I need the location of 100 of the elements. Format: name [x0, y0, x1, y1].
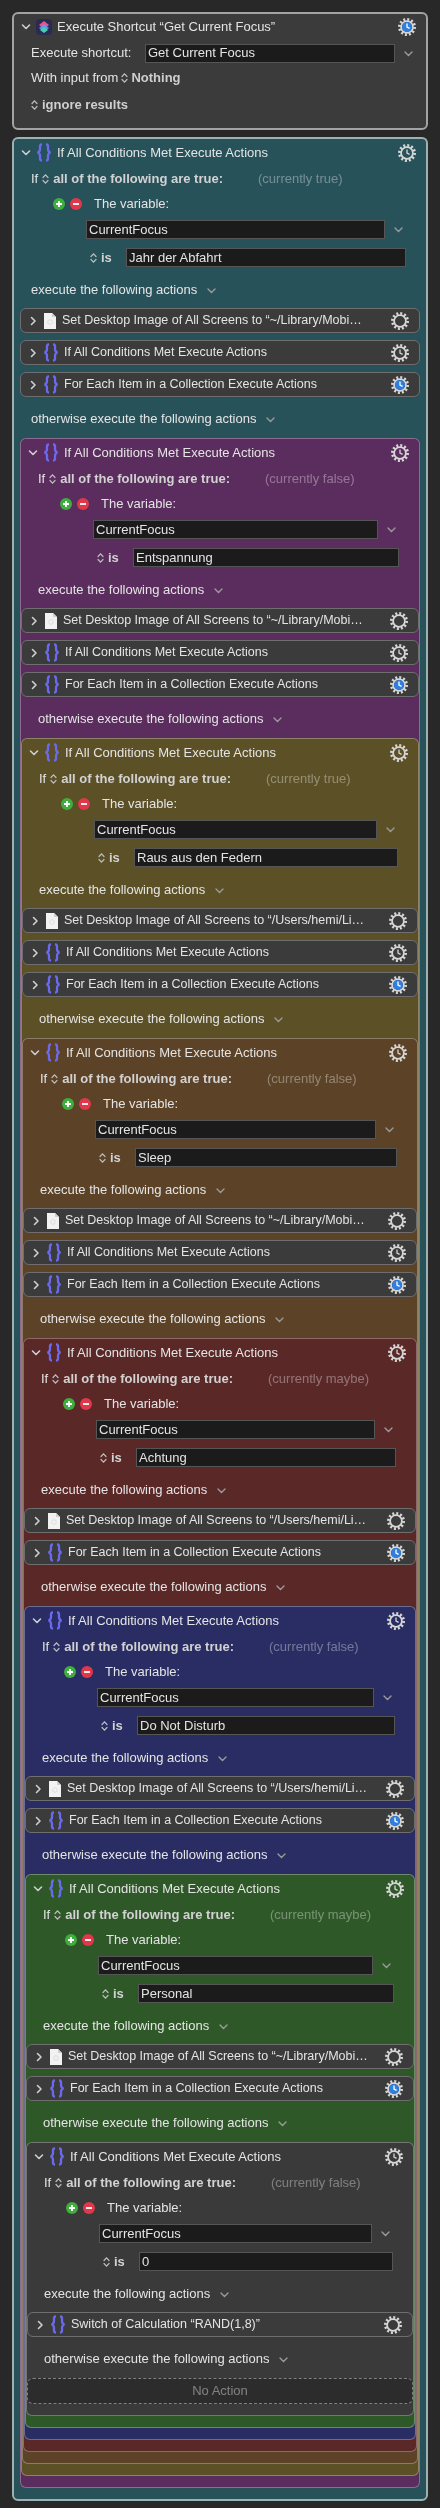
chevron-down-icon[interactable]: [266, 415, 276, 423]
gear-clock-icon[interactable]: [389, 642, 409, 663]
chevron-down-icon[interactable]: [214, 586, 224, 594]
variable-field[interactable]: CurrentFocus: [86, 220, 385, 239]
operator-popup[interactable]: is: [111, 1447, 136, 1468]
up-down-arrows-icon[interactable]: [49, 473, 57, 485]
minus-icon[interactable]: [83, 2202, 95, 2214]
action-row[interactable]: Set Desktop Image of All Screens to “~/Library/Mobi…: [23, 1208, 417, 1233]
variable-field[interactable]: CurrentFocus: [93, 520, 378, 539]
chevron-down-icon[interactable]: [394, 226, 403, 233]
chevron-right-icon[interactable]: [31, 1278, 41, 1291]
up-down-arrows-icon[interactable]: [102, 1987, 109, 2000]
plus-icon[interactable]: [63, 1398, 75, 1410]
chevron-right-icon[interactable]: [30, 946, 40, 959]
up-down-arrows-icon[interactable]: [42, 173, 50, 185]
plus-icon[interactable]: [64, 1666, 76, 1678]
chevron-right-icon[interactable]: [30, 978, 40, 991]
variable-field[interactable]: CurrentFocus: [94, 820, 377, 839]
value-field[interactable]: Sleep: [135, 1148, 397, 1167]
operator-popup[interactable]: is: [108, 547, 133, 568]
up-down-arrows-icon[interactable]: [121, 72, 129, 84]
up-down-arrows-icon[interactable]: [97, 551, 104, 564]
operator-popup[interactable]: is: [112, 1715, 137, 1736]
chevron-right-icon[interactable]: [34, 2050, 44, 2063]
minus-icon[interactable]: [80, 1398, 92, 1410]
minus-icon[interactable]: [70, 198, 82, 210]
gear-clock-icon[interactable]: [397, 17, 417, 37]
operator-popup[interactable]: is: [110, 1147, 135, 1168]
gear-clock-icon[interactable]: [384, 2146, 404, 2167]
chevron-right-icon[interactable]: [29, 614, 39, 627]
condition-mode-popup[interactable]: all of the following are true:: [64, 1637, 234, 1657]
variable-field[interactable]: CurrentFocus: [96, 1420, 375, 1439]
chevron-right-icon[interactable]: [32, 1546, 42, 1559]
settings-icon[interactable]: [390, 310, 410, 331]
chevron-right-icon[interactable]: [30, 914, 40, 927]
chevron-down-icon[interactable]: [273, 715, 283, 723]
plus-icon[interactable]: [61, 798, 73, 810]
settings-icon[interactable]: [384, 2046, 404, 2067]
chevron-down-icon[interactable]: [275, 1315, 285, 1323]
chevron-down-icon[interactable]: [276, 1583, 286, 1591]
settings-icon[interactable]: [386, 1510, 406, 1531]
up-down-arrows-icon[interactable]: [99, 1151, 106, 1164]
gear-clock-icon[interactable]: [386, 1610, 406, 1631]
chevron-down-icon[interactable]: [220, 2290, 230, 2298]
variable-field[interactable]: CurrentFocus: [95, 1120, 376, 1139]
settings-icon[interactable]: [385, 1778, 405, 1799]
action-row[interactable]: For Each Item in a Collection Execute Actions: [25, 1808, 415, 1833]
chevron-right-icon[interactable]: [31, 1246, 41, 1259]
action-row[interactable]: If All Conditions Met Execute Actions: [21, 640, 419, 665]
up-down-arrows-icon[interactable]: [31, 99, 38, 111]
condition-mode-popup[interactable]: all of the following are true:: [60, 469, 230, 489]
settings-icon[interactable]: [383, 2314, 403, 2335]
variable-field[interactable]: CurrentFocus: [97, 1688, 374, 1707]
chevron-right-icon[interactable]: [29, 646, 39, 659]
condition-mode-popup[interactable]: all of the following are true:: [66, 2173, 236, 2193]
up-down-arrows-icon[interactable]: [90, 251, 97, 264]
up-down-arrows-icon[interactable]: [53, 1641, 61, 1653]
action-row[interactable]: Set Desktop Image of All Screens to “~/Library/Mobi…: [26, 2044, 414, 2069]
action-row[interactable]: For Each Item in a Collection Execute Actions: [22, 972, 418, 997]
value-field[interactable]: 0: [139, 2252, 393, 2271]
plus-icon[interactable]: [66, 2202, 78, 2214]
value-field[interactable]: Entspannung: [133, 548, 399, 567]
minus-icon[interactable]: [77, 498, 89, 510]
chevron-right-icon[interactable]: [34, 2082, 44, 2095]
up-down-arrows-icon[interactable]: [54, 1909, 62, 1921]
action-row[interactable]: For Each Item in a Collection Execute Actions: [20, 372, 420, 397]
condition-mode-popup[interactable]: all of the following are true:: [61, 769, 231, 789]
chevron-down-icon[interactable]: [387, 526, 396, 533]
value-field[interactable]: Jahr der Abfahrt: [126, 248, 406, 267]
condition-mode-popup[interactable]: all of the following are true:: [63, 1369, 233, 1389]
chevron-right-icon[interactable]: [33, 1814, 43, 1827]
chevron-right-icon[interactable]: [28, 378, 38, 391]
value-field[interactable]: Do Not Disturb: [137, 1716, 395, 1735]
gear-clock-icon[interactable]: [390, 342, 410, 363]
chevron-down-icon[interactable]: [218, 1754, 228, 1762]
chevron-down-icon[interactable]: [217, 1486, 227, 1494]
variable-field[interactable]: CurrentFocus: [98, 1956, 373, 1975]
plus-icon[interactable]: [60, 498, 72, 510]
minus-icon[interactable]: [78, 798, 90, 810]
chevron-right-icon[interactable]: [29, 678, 39, 691]
action-row[interactable]: Switch of Calculation “RAND(1,8)”: [27, 2312, 413, 2337]
gear-clock-icon[interactable]: [385, 1878, 405, 1899]
chevron-right-icon[interactable]: [28, 346, 38, 359]
action-row[interactable]: Set Desktop Image of All Screens to “/Users/hemi/Li…: [24, 1508, 416, 1533]
chevron-down-icon[interactable]: [279, 2355, 289, 2363]
operator-popup[interactable]: is: [114, 2251, 139, 2272]
gear-clock-icon[interactable]: [386, 1542, 406, 1563]
plus-icon[interactable]: [53, 198, 65, 210]
shortcut-field[interactable]: Get Current Focus: [145, 43, 395, 63]
gear-clock-icon[interactable]: [388, 974, 408, 995]
chevron-right-icon[interactable]: [31, 1214, 41, 1227]
gear-clock-icon[interactable]: [387, 1342, 407, 1363]
gear-clock-icon[interactable]: [397, 142, 417, 163]
gear-clock-icon[interactable]: [389, 742, 409, 763]
chevron-right-icon[interactable]: [35, 2318, 45, 2331]
up-down-arrows-icon[interactable]: [52, 1373, 60, 1385]
gear-clock-icon[interactable]: [390, 374, 410, 395]
action-row[interactable]: For Each Item in a Collection Execute Actions: [26, 2076, 414, 2101]
operator-popup[interactable]: is: [101, 247, 126, 268]
gear-clock-icon[interactable]: [389, 674, 409, 695]
